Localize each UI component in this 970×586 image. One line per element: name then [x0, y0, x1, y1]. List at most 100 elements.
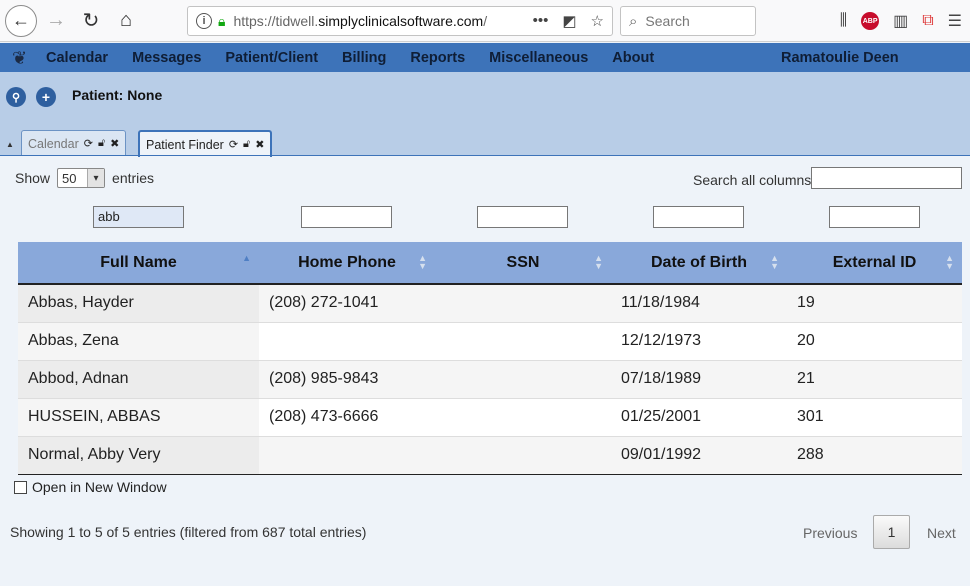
cell-home-phone: (208) 985-9843 — [259, 360, 435, 399]
cell-ssn — [435, 436, 611, 475]
nav-messages[interactable]: Messages — [132, 50, 201, 66]
back-button[interactable]: ← — [5, 4, 37, 37]
tab-divider — [0, 155, 970, 156]
close-icon[interactable]: ✖ — [110, 137, 119, 150]
cell-date-of-birth: 07/18/1989 — [611, 360, 787, 399]
open-new-window-option[interactable]: Open in New Window — [14, 479, 167, 495]
arrow-right-icon: → — [46, 9, 66, 31]
column-header-external-id[interactable]: External ID ▲ ▼ — [787, 242, 962, 285]
plus-icon: + — [41, 89, 51, 105]
address-bar[interactable]: i 🔒︎ https://tidwell.simplyclinicalsoftw… — [187, 6, 613, 36]
previous-page-button[interactable]: Previous — [803, 525, 857, 541]
column-header-ssn[interactable]: SSN ▲ ▼ — [435, 242, 611, 285]
cell-date-of-birth: 11/18/1984 — [611, 284, 787, 323]
next-page-button[interactable]: Next — [927, 525, 956, 541]
cell-external-id: 20 — [787, 322, 962, 361]
sort-icon: ▲ ▼ — [594, 253, 603, 271]
nav-miscellaneous[interactable]: Miscellaneous — [489, 50, 588, 66]
filter-full-name[interactable]: abb — [93, 206, 184, 228]
bookmark-star-icon[interactable]: ☆ — [591, 12, 604, 30]
refresh-icon[interactable]: ⟳ — [229, 138, 238, 151]
library-icon[interactable]: ⫼ — [840, 12, 847, 30]
refresh-icon[interactable]: ⟳ — [84, 137, 93, 150]
cell-home-phone: (208) 473-6666 — [259, 398, 435, 437]
tab-patient-finder[interactable]: Patient Finder ⟳ 🔓︎ ✖ — [138, 130, 273, 157]
home-icon: ⌂ — [119, 9, 133, 31]
column-header-home-phone[interactable]: Home Phone ▲ ▼ — [259, 242, 435, 285]
info-icon[interactable]: i — [196, 13, 212, 29]
nav-about[interactable]: About — [612, 50, 654, 66]
nav-billing[interactable]: Billing — [342, 50, 386, 66]
sort-icon: ▲ ▼ — [945, 253, 954, 271]
page-size-select[interactable]: 50 ▾ — [57, 168, 106, 188]
nav-reports[interactable]: Reports — [410, 50, 465, 66]
sort-icon: ▲ ▼ — [418, 253, 427, 271]
close-icon[interactable]: ✖ — [255, 138, 264, 151]
forward-button[interactable]: → — [40, 5, 72, 37]
app-logo-icon[interactable]: ❦ — [12, 49, 30, 67]
lock-icon: 🔒︎ — [218, 12, 226, 29]
cell-external-id: 301 — [787, 398, 962, 437]
table-row[interactable]: Abbod, Adnan (208) 985-9843 07/18/1989 2… — [18, 360, 962, 399]
cell-home-phone — [259, 322, 435, 361]
cell-date-of-birth: 09/01/1992 — [611, 436, 787, 475]
nav-calendar[interactable]: Calendar — [46, 50, 108, 66]
column-header-full-name[interactable]: Full Name ▲ — [18, 242, 259, 285]
patient-table: Full Name ▲ Home Phone ▲ ▼ SSN ▲ ▼ Date of Bi… — [18, 242, 962, 475]
menu-icon[interactable]: ☰ — [948, 11, 962, 31]
cell-ssn — [435, 360, 611, 399]
table-row[interactable]: HUSSEIN, ABBAS (208) 473-6666 01/25/2001… — [18, 398, 962, 437]
sidebar-icon[interactable]: ▥ — [893, 11, 908, 31]
search-patient-button[interactable]: ⚲ — [6, 87, 26, 107]
cell-ssn — [435, 284, 611, 323]
column-header-date-of-birth[interactable]: Date of Birth ▲ ▼ — [611, 242, 787, 285]
table-row[interactable]: Abbas, Hayder (208) 272-1041 11/18/1984 … — [18, 284, 962, 323]
table-info: Showing 1 to 5 of 5 entries (filtered fr… — [10, 524, 367, 540]
cell-ssn — [435, 322, 611, 361]
url-text: https://tidwell.simplyclinicalsoftware.c… — [233, 13, 488, 29]
search-all-label: Search all columns: — [693, 172, 816, 188]
cell-full-name: Abbas, Hayder — [18, 284, 259, 323]
table-row[interactable]: Abbas, Zena 12/12/1973 20 — [18, 322, 962, 361]
unlock-icon[interactable]: 🔓︎ — [98, 137, 105, 150]
table-row[interactable]: Normal, Abby Very 09/01/1992 288 — [18, 436, 962, 475]
nav-patient-client[interactable]: Patient/Client — [225, 50, 318, 66]
home-button[interactable]: ⌂ — [110, 5, 142, 37]
page-actions-icon[interactable]: ••• — [533, 12, 549, 30]
tab-calendar[interactable]: Calendar ⟳ 🔓︎ ✖ — [21, 130, 127, 156]
search-all-input[interactable] — [811, 167, 962, 189]
arrow-left-icon: ← — [12, 10, 30, 30]
unlock-icon[interactable]: 🔓︎ — [243, 138, 250, 151]
adblock-icon[interactable]: ABP — [861, 12, 880, 30]
user-name[interactable]: Ramatoulie Deen — [781, 50, 899, 66]
page-size-control: Show 50 ▾ entries — [15, 168, 155, 188]
sort-icon: ▲ ▼ — [770, 253, 779, 271]
filter-external-id[interactable] — [829, 206, 920, 228]
browser-search-input[interactable]: ⌕ Search — [620, 6, 756, 36]
cell-date-of-birth: 01/25/2001 — [611, 398, 787, 437]
add-patient-button[interactable]: + — [36, 87, 56, 107]
chevron-down-icon: ▾ — [87, 169, 105, 187]
pocket-icon[interactable]: ◩ — [562, 12, 576, 30]
patient-label: Patient: None — [72, 87, 163, 103]
cell-external-id: 19 — [787, 284, 962, 323]
sort-ascending-icon: ▲ — [242, 253, 251, 263]
table-header-row: Full Name ▲ Home Phone ▲ ▼ SSN ▲ ▼ Date of Bi… — [18, 242, 962, 285]
reload-icon: ↻ — [82, 10, 100, 32]
screenshot-icon[interactable]: ⧉ — [922, 12, 933, 30]
filter-ssn[interactable] — [477, 206, 568, 228]
cell-full-name: Abbas, Zena — [18, 322, 259, 361]
open-new-window-checkbox[interactable] — [14, 480, 27, 494]
filter-date-of-birth[interactable] — [653, 206, 744, 228]
cell-full-name: HUSSEIN, ABBAS — [18, 398, 259, 437]
cell-home-phone — [259, 436, 435, 475]
cell-external-id: 288 — [787, 436, 962, 475]
filter-home-phone[interactable] — [301, 206, 392, 228]
reload-button[interactable]: ↻ — [75, 5, 107, 37]
search-icon: ⚲ — [11, 91, 21, 104]
cell-full-name: Normal, Abby Very — [18, 436, 259, 475]
collapse-tabs-icon[interactable]: ▲ — [6, 140, 14, 149]
patient-header: ⚲ + Patient: None ▲ Calendar ⟳ 🔓︎ ✖ Pati… — [0, 72, 970, 157]
cell-date-of-birth: 12/12/1973 — [611, 322, 787, 361]
page-1-button[interactable]: 1 — [873, 515, 910, 549]
